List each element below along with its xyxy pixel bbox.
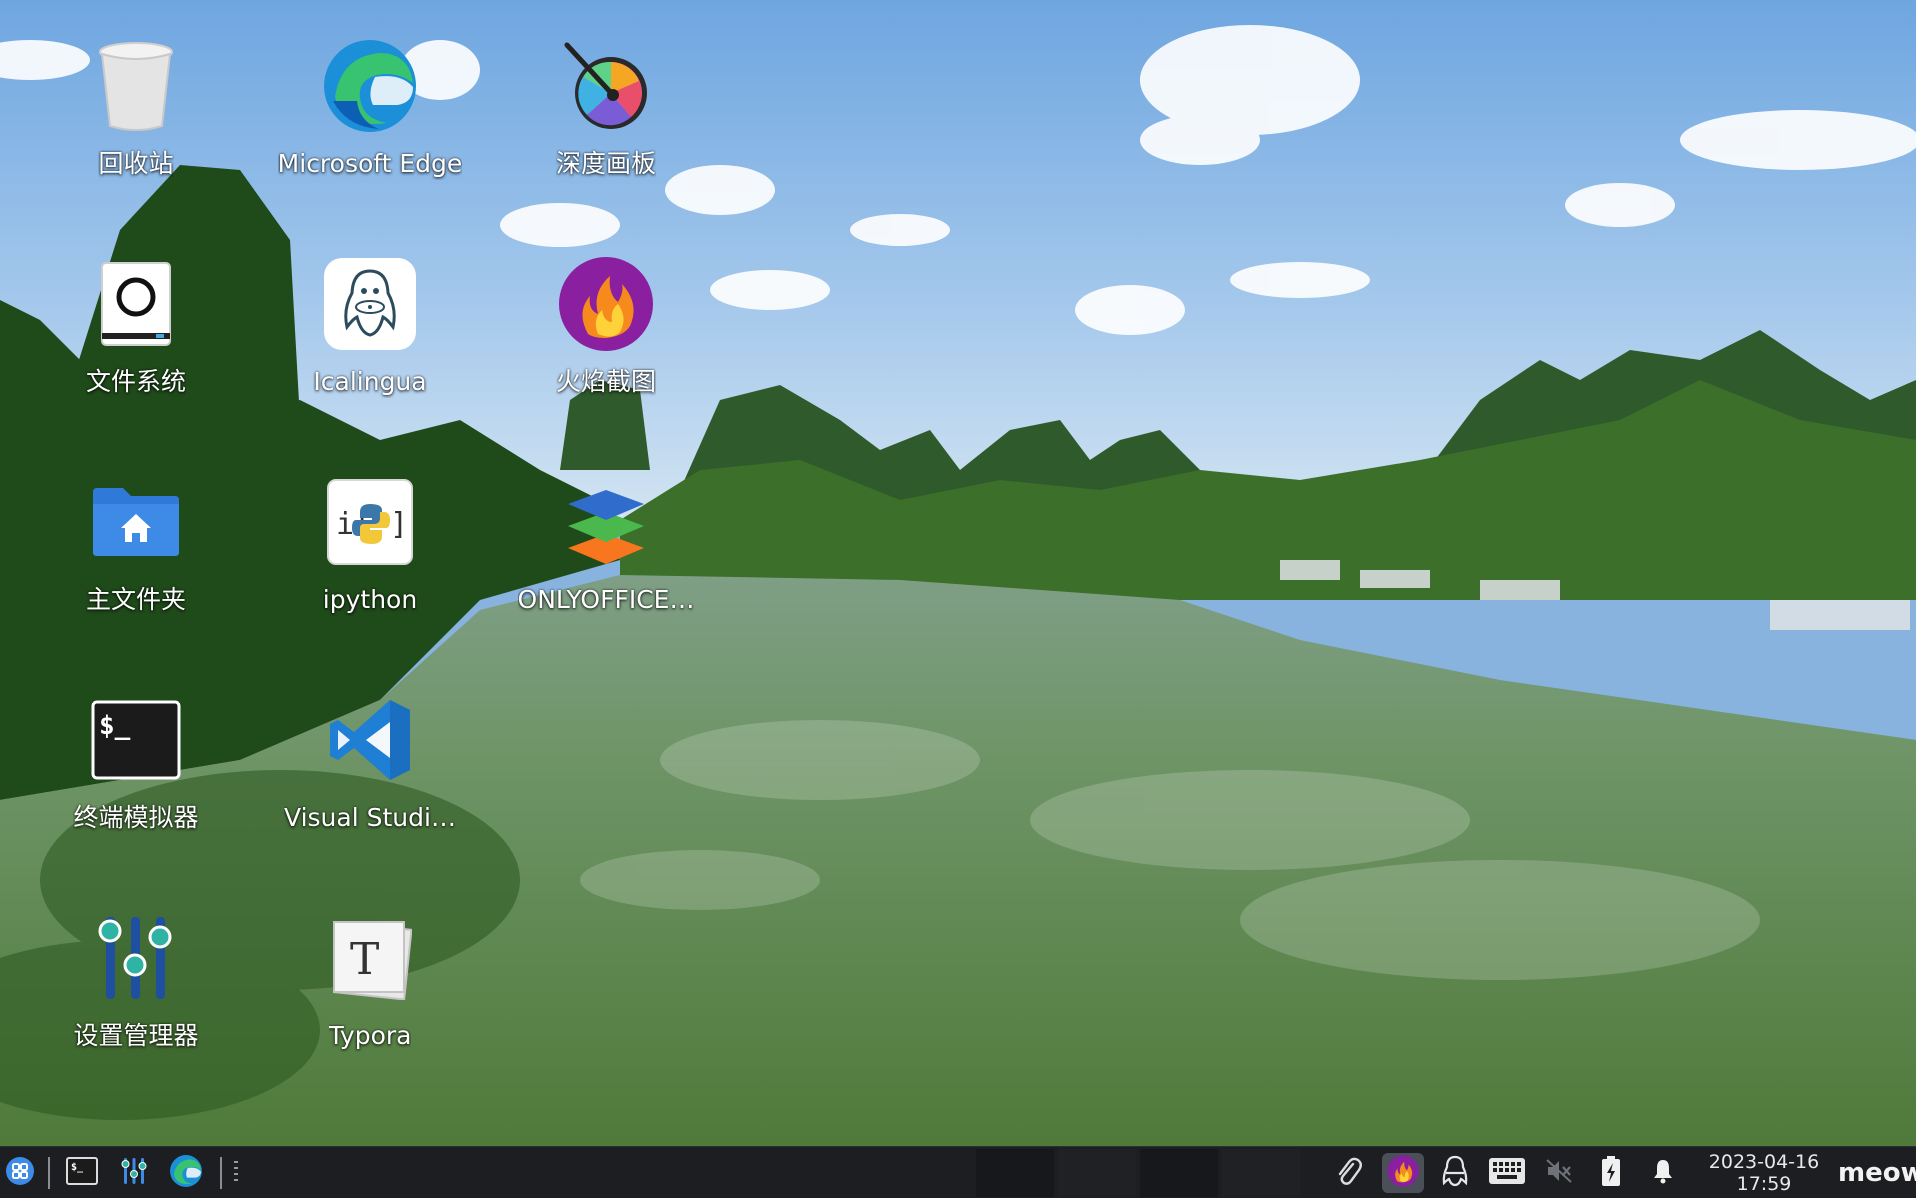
terminal-icon: $_ bbox=[66, 1157, 98, 1189]
desktop-icon-onlyoffice[interactable]: ONLYOFFICE… bbox=[506, 436, 706, 636]
desktop-icon-label: 主文件夹 bbox=[85, 585, 186, 614]
svg-text:T: T bbox=[350, 934, 379, 985]
draw-icon bbox=[556, 36, 656, 136]
taskbar-clock[interactable]: 2023-04-16 17:59 bbox=[1694, 1151, 1834, 1197]
desktop-icon-label: Microsoft Edge bbox=[277, 149, 463, 178]
clock-time: 17:59 bbox=[1736, 1173, 1792, 1195]
app-launcher-button[interactable] bbox=[0, 1153, 40, 1193]
svg-text:$_: $_ bbox=[99, 711, 131, 741]
taskbar: $_ 2023-04-16 17:59 meow bbox=[0, 1146, 1916, 1198]
tray-volume[interactable] bbox=[1538, 1153, 1580, 1193]
desktop-icon-label: ipython bbox=[322, 585, 418, 614]
edge-icon bbox=[169, 1154, 203, 1192]
onlyoffice-icon bbox=[556, 472, 656, 572]
workspace-1[interactable] bbox=[976, 1149, 1054, 1197]
workspace-4[interactable] bbox=[1222, 1149, 1300, 1197]
desktop-icon-label: 深度画板 bbox=[555, 149, 656, 178]
desktop-icon-label: 火焰截图 bbox=[555, 367, 656, 396]
settings-icon bbox=[120, 1156, 148, 1190]
keyboard-icon bbox=[1488, 1157, 1526, 1189]
taskbar-edge-button[interactable] bbox=[164, 1153, 208, 1193]
desktop-icon-edge[interactable]: Microsoft Edge bbox=[270, 0, 470, 200]
desktop-icon-label: 回收站 bbox=[98, 149, 174, 178]
workspace-2[interactable] bbox=[1058, 1149, 1136, 1197]
taskbar-separator bbox=[220, 1157, 222, 1189]
trash-icon bbox=[86, 36, 186, 136]
typora-icon: T bbox=[320, 908, 420, 1008]
desktop-icon-trash[interactable]: 回收站 bbox=[36, 0, 236, 200]
svg-text:]:: ]: bbox=[390, 507, 414, 542]
user-name[interactable]: meow bbox=[1838, 1155, 1916, 1191]
desktop-icon-filesystem[interactable]: 文件系统 bbox=[36, 218, 236, 418]
desktop-icon-label: 文件系统 bbox=[85, 367, 186, 396]
terminal-icon: $_ bbox=[86, 690, 186, 790]
taskbar-separator bbox=[48, 1157, 50, 1189]
battery-charging-icon bbox=[1600, 1155, 1622, 1191]
taskbar-terminal-button[interactable]: $_ bbox=[60, 1153, 104, 1193]
desktop-icon-flameshot[interactable]: 火焰截图 bbox=[506, 218, 706, 418]
python-icon: i[ ]: bbox=[320, 472, 420, 572]
app-launcher-icon bbox=[5, 1156, 35, 1190]
desktop-icon-vscode[interactable]: Visual Studi… bbox=[270, 654, 470, 854]
tray-clipboard[interactable] bbox=[1328, 1153, 1370, 1193]
tray-icalingua[interactable] bbox=[1434, 1153, 1476, 1193]
desktop-icon-label: Icalingua bbox=[313, 367, 427, 396]
tray-notifications[interactable] bbox=[1642, 1153, 1684, 1193]
penguin-icon bbox=[320, 254, 420, 354]
clock-date: 2023-04-16 bbox=[1708, 1151, 1820, 1173]
bell-icon bbox=[1652, 1158, 1674, 1188]
settings-icon bbox=[86, 908, 186, 1008]
penguin-icon bbox=[1440, 1155, 1470, 1191]
tray-flameshot[interactable] bbox=[1382, 1153, 1424, 1193]
taskbar-handle[interactable] bbox=[226, 1153, 246, 1193]
desktop-icon-label: ONLYOFFICE… bbox=[517, 585, 695, 614]
taskbar-settings-button[interactable] bbox=[112, 1153, 156, 1193]
paperclip-icon bbox=[1335, 1156, 1363, 1190]
desktop-icon-home-folder[interactable]: 主文件夹 bbox=[36, 436, 236, 636]
workspace-3[interactable] bbox=[1140, 1149, 1218, 1197]
desktop-icon-icalingua[interactable]: Icalingua bbox=[270, 218, 470, 418]
desktop-icon-typora[interactable]: T Typora bbox=[270, 872, 470, 1072]
desktop-icon-label: Visual Studi… bbox=[284, 803, 456, 832]
drag-handle-icon bbox=[232, 1159, 240, 1187]
tray-battery[interactable] bbox=[1590, 1153, 1632, 1193]
edge-icon bbox=[320, 36, 420, 136]
svg-text:$_: $_ bbox=[71, 1162, 84, 1173]
desktop-icon-settings-manager[interactable]: 设置管理器 bbox=[36, 872, 236, 1072]
home-folder-icon bbox=[86, 472, 186, 572]
desktop-icon-label: 设置管理器 bbox=[73, 1021, 199, 1050]
desktop-icon-ipython[interactable]: i[ ]: ipython bbox=[270, 436, 470, 636]
desktop-icon-label: Typora bbox=[328, 1021, 412, 1050]
desktop-icon-deepin-draw[interactable]: 深度画板 bbox=[506, 0, 706, 200]
vscode-icon bbox=[320, 690, 420, 790]
flameshot-icon bbox=[556, 254, 656, 354]
volume-muted-icon bbox=[1545, 1158, 1573, 1188]
flameshot-icon bbox=[1387, 1155, 1419, 1191]
desktop-icon-terminal[interactable]: $_ 终端模拟器 bbox=[36, 654, 236, 854]
tray-keyboard[interactable] bbox=[1486, 1153, 1528, 1193]
desktop-icon-label: 终端模拟器 bbox=[73, 803, 199, 832]
filesystem-icon bbox=[86, 254, 186, 354]
